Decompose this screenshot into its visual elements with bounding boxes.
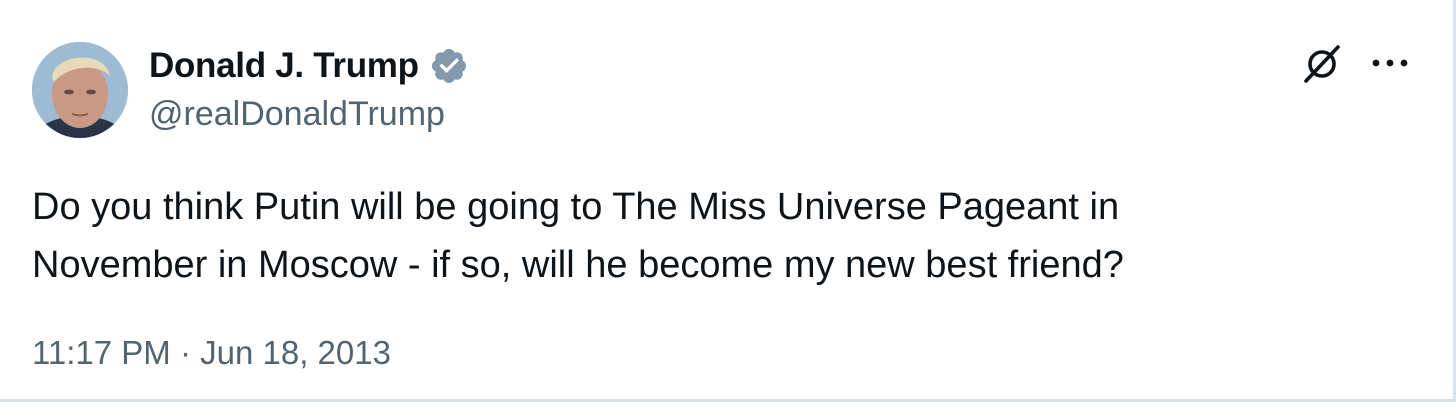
- author-display-name[interactable]: Donald J. Trump: [149, 46, 419, 86]
- tweet-timestamp[interactable]: 11:17 PM · Jun 18, 2013: [32, 334, 391, 372]
- author-name-row: Donald J. Trump: [149, 44, 469, 88]
- tweet-card: Donald J. Trump @realDonaldTrump Do you …: [0, 0, 1456, 402]
- timestamp-separator: ·: [170, 334, 201, 371]
- grok-slash-icon[interactable]: [1299, 40, 1345, 86]
- author-handle[interactable]: @realDonaldTrump: [149, 95, 445, 134]
- tweet-time[interactable]: 11:17 PM: [32, 334, 171, 371]
- avatar-image: [32, 42, 128, 138]
- tweet-date[interactable]: Jun 18, 2013: [200, 334, 391, 371]
- avatar[interactable]: [32, 42, 128, 138]
- verified-badge-icon[interactable]: [429, 46, 469, 86]
- tweet-actions: [1299, 40, 1413, 86]
- more-dots-icon[interactable]: [1367, 40, 1413, 86]
- tweet-text: Do you think Putin will be going to The …: [32, 186, 1124, 286]
